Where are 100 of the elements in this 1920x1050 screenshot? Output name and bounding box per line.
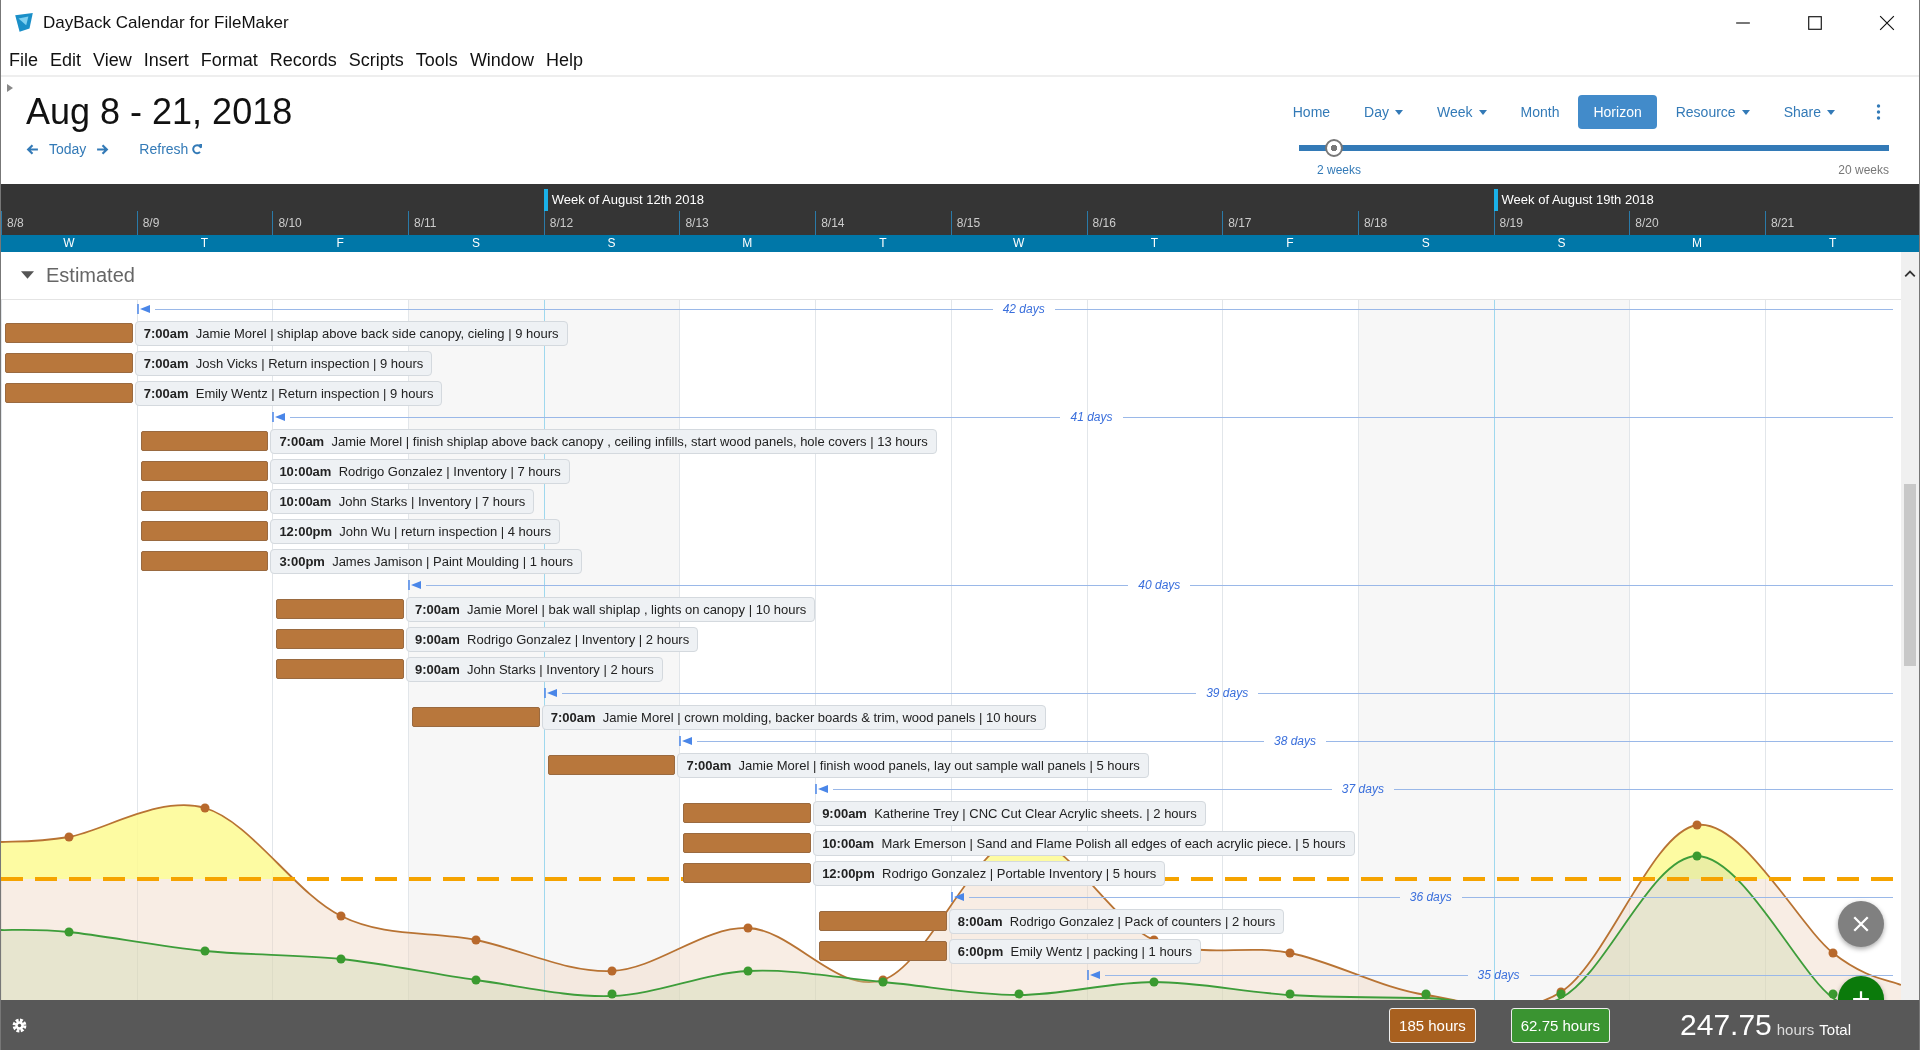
event-bar[interactable]: [5, 323, 133, 343]
start-marker-icon: [408, 580, 423, 590]
close-button[interactable]: [1838, 901, 1884, 947]
week-label: Week of August 12th 2018: [543, 189, 704, 211]
event-label[interactable]: 3:00pm James Jamison | Paint Moulding | 1 hours: [270, 548, 582, 574]
duration-label: 39 days: [1205, 686, 1250, 700]
event-label[interactable]: 7:00am Emily Wentz | Return inspection | 9 hours: [134, 380, 443, 406]
close-icon: [1852, 915, 1870, 933]
menu-item[interactable]: Help: [545, 49, 583, 71]
vertical-scrollbar[interactable]: [1901, 252, 1919, 1000]
view-tab[interactable]: Day: [1349, 95, 1418, 129]
slider-thumb[interactable]: [1325, 139, 1344, 157]
duration-label: 36 days: [1408, 890, 1453, 904]
event-label[interactable]: 9:00am John Starks | Inventory | 2 hours: [406, 656, 663, 682]
weekday-label: T: [1828, 235, 1838, 252]
event-label[interactable]: 7:00am Jamie Morel | bak wall shiplap , lights on canopy | 10 hours: [406, 596, 816, 622]
event-bar[interactable]: [412, 707, 540, 727]
event-bar[interactable]: [276, 629, 405, 649]
hours-badge: 185 hours: [1389, 1007, 1476, 1043]
menu-item[interactable]: File: [9, 49, 38, 71]
today-link[interactable]: Today: [49, 141, 87, 157]
settings-icon[interactable]: [11, 1016, 28, 1034]
event-label[interactable]: 9:00am Katherine Trey | CNC Cut Clear Acrylic sheets. | 2 hours: [813, 800, 1206, 826]
start-marker-icon: [543, 688, 558, 698]
start-marker-icon: [136, 304, 151, 314]
event-bar[interactable]: [5, 383, 133, 403]
weekday-label: T: [199, 235, 210, 252]
section-title[interactable]: Estimated: [46, 264, 135, 287]
weekday-label: T: [1149, 235, 1159, 252]
weekday-label: M: [1691, 235, 1704, 252]
event-label[interactable]: 12:00pm Rodrigo Gonzalez | Portable Inventory | 5 hours: [813, 860, 1166, 886]
view-tab[interactable]: Week: [1422, 95, 1502, 129]
event-bar[interactable]: [819, 941, 947, 961]
scroll-up-icon[interactable]: [1904, 270, 1916, 278]
event-label[interactable]: 10:00am Mark Emerson | Sand and Flame Polish all edges of each acrylic piece. | 5 hours: [813, 830, 1355, 856]
menu-item[interactable]: Records: [269, 49, 337, 71]
weekday-label: S: [1556, 235, 1567, 252]
start-marker-icon: [1086, 970, 1101, 980]
event-bar[interactable]: [276, 599, 405, 619]
event-label[interactable]: 7:00am Josh Vicks | Return inspection | 9 hours: [134, 350, 433, 376]
event-label[interactable]: 10:00am John Starks | Inventory | 7 hours: [270, 488, 535, 514]
menu-item[interactable]: Window: [469, 49, 534, 71]
forward-arrow-icon[interactable]: [96, 142, 110, 156]
more-options-icon[interactable]: [1876, 104, 1881, 120]
weekday-label: S: [1420, 235, 1431, 252]
duration-label: 40 days: [1137, 578, 1182, 592]
event-label[interactable]: 7:00am Jamie Morel | crown molding, backer boards & trim, wood panels | 10 hours: [541, 704, 1046, 730]
refresh-link[interactable]: Refresh: [139, 141, 189, 157]
start-marker-icon: [950, 892, 965, 902]
event-label[interactable]: 9:00am Rodrigo Gonzalez | Inventory | 2 hours: [406, 626, 699, 652]
view-tab[interactable]: Month: [1505, 95, 1575, 129]
scrollbar-thumb[interactable]: [1904, 484, 1916, 666]
event-bar[interactable]: [547, 755, 676, 775]
event-bar[interactable]: [140, 551, 269, 571]
view-tab[interactable]: Resource: [1660, 95, 1765, 129]
event-label[interactable]: 12:00pm John Wu | return inspection | 4 hours: [270, 518, 561, 544]
menu-item[interactable]: Format: [200, 49, 258, 71]
duration-label: 42 days: [1001, 302, 1046, 316]
event-label[interactable]: 7:00am Jamie Morel | shiplap above back side canopy, cieling | 9 hours: [134, 320, 568, 346]
refresh-icon[interactable]: [191, 143, 204, 155]
menu-item[interactable]: Insert: [143, 49, 189, 71]
close-icon[interactable]: [1879, 14, 1895, 31]
duration-label: 37 days: [1340, 782, 1385, 796]
event-bar[interactable]: [683, 833, 812, 853]
weekday-label: F: [1285, 235, 1295, 252]
sidebar-toggle-icon[interactable]: [6, 83, 14, 93]
event-label[interactable]: 10:00am Rodrigo Gonzalez | Inventory | 7 hours: [270, 458, 570, 484]
total-value: 247.75: [1680, 1008, 1772, 1042]
event-label[interactable]: 7:00am Jamie Morel | finish wood panels, lay out sample wall panels | 5 hours: [677, 752, 1149, 778]
menu-item[interactable]: Scripts: [348, 49, 404, 71]
collapse-caret-icon[interactable]: [21, 271, 34, 280]
min-range-label: 2 weeks: [1317, 163, 1362, 177]
maximize-icon[interactable]: [1807, 14, 1823, 31]
window-title: DayBack Calendar for FileMaker: [43, 12, 289, 33]
event-bar[interactable]: [683, 863, 812, 883]
menu-item[interactable]: Edit: [50, 49, 82, 71]
view-tab[interactable]: Home: [1277, 95, 1346, 129]
week-label: Week of August 19th 2018: [1493, 189, 1654, 211]
menu-item[interactable]: View: [93, 49, 132, 71]
event-label[interactable]: 8:00am Rodrigo Gonzalez | Pack of counters | 2 hours: [948, 908, 1285, 934]
event-bar[interactable]: [5, 353, 133, 373]
duration-label: 35 days: [1476, 968, 1521, 982]
event-bar[interactable]: [140, 521, 269, 541]
weekday-label: T: [878, 235, 888, 252]
event-bar[interactable]: [276, 659, 405, 679]
event-label[interactable]: 7:00am Jamie Morel | finish shiplap above back canopy , ceiling infills, start wood panels, hole covers | 13 hours: [270, 428, 937, 454]
event-bar[interactable]: [140, 491, 269, 511]
event-bar[interactable]: [140, 461, 269, 481]
event-bar[interactable]: [140, 431, 269, 451]
weekday-label: S: [470, 235, 481, 252]
duration-label: 41 days: [1069, 410, 1114, 424]
back-arrow-icon[interactable]: [26, 142, 39, 156]
event-bar[interactable]: [819, 911, 947, 931]
start-marker-icon: [815, 784, 830, 794]
event-label[interactable]: 6:00pm Emily Wentz | packing | 1 hours: [948, 938, 1201, 964]
view-tab[interactable]: Horizon: [1578, 95, 1657, 129]
event-bar[interactable]: [683, 803, 812, 823]
hours-badge: 62.75 hours: [1510, 1007, 1610, 1043]
menu-item[interactable]: Tools: [415, 49, 458, 71]
view-tab[interactable]: Share: [1768, 95, 1850, 129]
